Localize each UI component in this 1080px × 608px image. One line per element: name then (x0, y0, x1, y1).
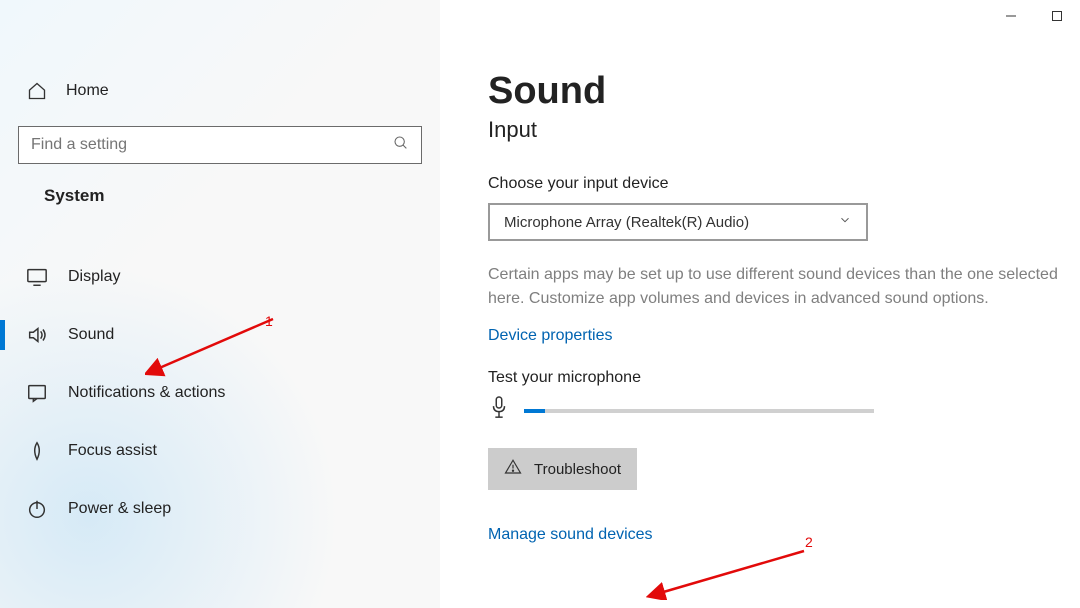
manage-sound-devices-link[interactable]: Manage sound devices (488, 526, 653, 544)
sidebar-item-power[interactable]: Power & sleep (0, 480, 440, 538)
home-icon (26, 80, 48, 102)
sound-icon (26, 324, 48, 346)
chevron-down-icon (838, 213, 852, 231)
selected-device-text: Microphone Array (Realtek(R) Audio) (504, 214, 749, 231)
sidebar-item-display[interactable]: Display (0, 248, 440, 306)
sidebar-item-label: Notifications & actions (68, 384, 225, 402)
focus-assist-icon (26, 440, 48, 462)
home-label: Home (66, 82, 109, 100)
sidebar-item-label: Sound (68, 326, 114, 344)
sidebar-item-label: Focus assist (68, 442, 157, 460)
input-device-select[interactable]: Microphone Array (Realtek(R) Audio) (488, 203, 868, 241)
mic-level-fill (524, 409, 545, 413)
notifications-icon (26, 382, 48, 404)
display-icon (26, 266, 48, 288)
warning-icon (504, 458, 522, 480)
search-box[interactable] (18, 126, 422, 164)
microphone-icon (488, 395, 510, 426)
main-content: Sound Input Choose your input device Mic… (440, 0, 1080, 608)
sidebar: Home System Display Sound (0, 0, 440, 608)
power-icon (26, 498, 48, 520)
test-mic-label: Test your microphone (488, 369, 1080, 387)
section-header: System (18, 164, 422, 212)
choose-input-label: Choose your input device (488, 175, 1080, 193)
sidebar-item-label: Power & sleep (68, 500, 171, 518)
page-subtitle: Input (488, 117, 1080, 143)
page-title: Sound (488, 70, 1080, 113)
troubleshoot-label: Troubleshoot (534, 461, 621, 478)
home-nav[interactable]: Home (18, 70, 422, 126)
sidebar-item-notifications[interactable]: Notifications & actions (0, 364, 440, 422)
troubleshoot-button[interactable]: Troubleshoot (488, 448, 637, 490)
sidebar-item-label: Display (68, 268, 120, 286)
sidebar-item-sound[interactable]: Sound (0, 306, 440, 364)
search-input[interactable] (31, 136, 393, 154)
input-description: Certain apps may be set up to use differ… (488, 263, 1078, 311)
search-icon (393, 135, 409, 156)
mic-test-row (488, 395, 1080, 426)
mic-level-bar (524, 409, 874, 413)
device-properties-link[interactable]: Device properties (488, 327, 613, 345)
sidebar-item-focus-assist[interactable]: Focus assist (0, 422, 440, 480)
